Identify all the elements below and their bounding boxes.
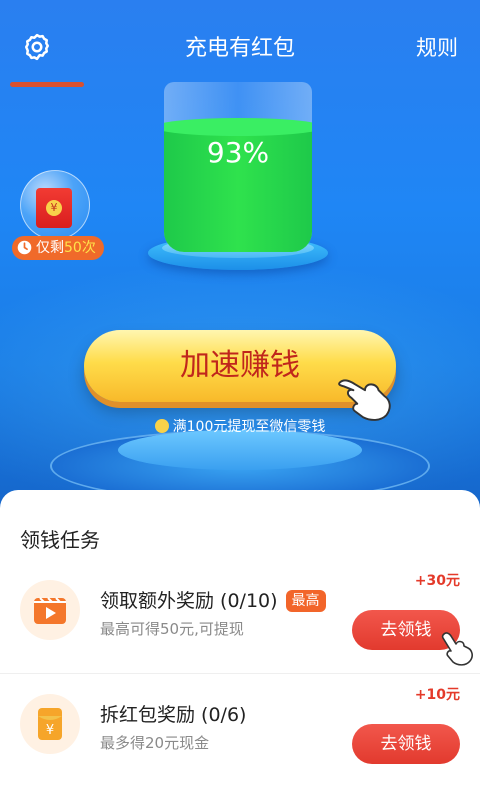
rules-link[interactable]: 规则 [416,32,458,62]
max-badge: 最高 [285,590,326,612]
red-envelope-icon: ¥ [38,708,62,740]
page-title: 充电有红包 [184,36,295,61]
video-play-icon [34,597,66,624]
pointing-hand-icon [441,632,473,666]
task-row-extra-reward: 领取额外奖励 (0/10) 最高 最高可得50元,可提现 +30元 去领钱 [0,562,480,674]
chance-prefix: 仅剩 [36,240,64,256]
task-reward: +30元 [414,573,460,589]
task-icon-wrapper [20,580,80,640]
withdraw-hint: 满100元提现至微信零钱 [0,416,480,436]
task-row-open-packet: ¥ 拆红包奖励 (0/6) 最多得20元现金 +10元 去领钱 [0,676,480,788]
task-description: 最多得20元现金 [100,734,210,752]
task-title-text: 领取额外奖励 (0/10) [100,590,278,612]
battery-percent: 93% [206,136,270,169]
stage-platform-top [118,430,362,470]
yuan-symbol: ¥ [46,723,54,738]
task-icon-wrapper: ¥ [20,694,80,754]
red-envelope-icon[interactable]: ¥ [36,188,72,228]
task-description: 最高可得50元,可提现 [100,620,244,638]
wechat-coin-icon [154,419,169,433]
task-title: 拆红包奖励 (0/6) [100,704,247,726]
task-section-title: 领钱任务 [20,528,100,552]
task-title: 领取额外奖励 (0/10) 最高 [100,586,326,613]
hero-banner: 充电有红包 规则 93% ¥ 仅剩50次 加速赚钱 满100元提现至微信零钱 [0,0,480,520]
withdraw-text: 满100元提现至微信零钱 [172,419,326,435]
task-panel: 领钱任务 领取额外奖励 (0/10) 最高 最高可得50元,可提现 +30元 去领… [0,490,480,800]
chance-count: 50次 [64,240,96,256]
clock-icon [17,240,32,255]
claim-button-open-packet[interactable]: 去领钱 [352,724,460,764]
coin-icon: ¥ [46,200,62,216]
tab-indicator [10,82,84,87]
task-reward: +10元 [414,687,460,703]
remaining-chances-badge: 仅剩50次 [12,236,104,260]
